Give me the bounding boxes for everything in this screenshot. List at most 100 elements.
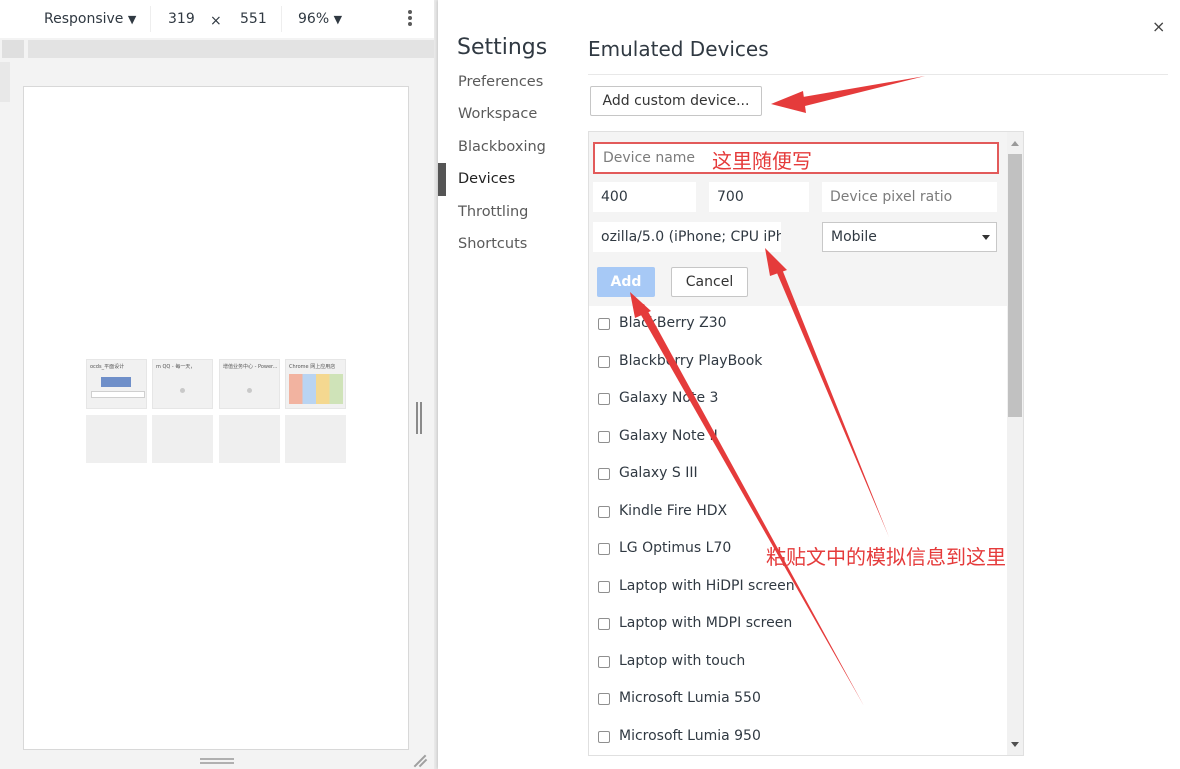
tile-preview-image — [101, 377, 131, 387]
speed-dial-tile[interactable]: Chrome 网上应用店 — [285, 359, 346, 409]
section-divider — [588, 74, 1168, 75]
list-item[interactable]: Galaxy Note 3 — [589, 381, 1007, 418]
device-checkbox[interactable] — [598, 356, 610, 368]
scroll-up-icon[interactable] — [1011, 141, 1019, 146]
ruler-segment[interactable] — [2, 40, 24, 58]
empty-tile[interactable] — [86, 415, 147, 463]
device-checkbox[interactable] — [598, 318, 610, 330]
list-item[interactable]: Laptop with touch — [589, 644, 1007, 681]
device-label: BlackBerry Z30 — [619, 315, 727, 331]
section-title: Emulated Devices — [588, 37, 769, 61]
add-custom-device-button[interactable]: Add custom device... — [590, 86, 762, 116]
device-checkbox[interactable] — [598, 393, 610, 405]
device-label: Galaxy Note II — [619, 428, 718, 444]
nav-item-shortcuts[interactable]: Shortcuts — [458, 236, 527, 252]
device-mode-label: Responsive — [44, 11, 124, 27]
loading-dot-icon — [247, 388, 252, 393]
close-icon[interactable]: × — [1152, 17, 1165, 36]
list-item[interactable]: BlackBerry Z30 — [589, 306, 1007, 343]
device-checkbox[interactable] — [598, 506, 610, 518]
device-label: Laptop with HiDPI screen — [619, 578, 795, 594]
loading-dot-icon — [180, 388, 185, 393]
list-item[interactable]: Blackberry PlayBook — [589, 344, 1007, 381]
empty-tile[interactable] — [219, 415, 280, 463]
device-checkbox[interactable] — [598, 431, 610, 443]
device-label: Kindle Fire HDX — [619, 503, 728, 519]
device-pixel-ratio-input[interactable]: Device pixel ratio — [822, 182, 997, 212]
device-toolbar: Responsive ▼ 319 × 551 96% ▼ — [0, 0, 434, 38]
device-checkbox[interactable] — [598, 581, 610, 593]
toolbar-divider — [150, 6, 151, 32]
nav-item-blackboxing[interactable]: Blackboxing — [458, 139, 546, 155]
chevron-down-icon — [982, 235, 990, 240]
device-label: Blackberry PlayBook — [619, 353, 763, 369]
corner-resize-icon[interactable] — [410, 752, 428, 768]
tile-title: Chrome 网上应用店 — [289, 364, 336, 370]
device-width-input[interactable]: 400 — [593, 182, 696, 212]
zoom-select[interactable]: 96% ▼ — [298, 11, 342, 27]
user-agent-input[interactable]: ozilla/5.0 (iPhone; CPU iPhone — [593, 222, 781, 252]
device-checkbox[interactable] — [598, 618, 610, 630]
device-checkbox[interactable] — [598, 543, 610, 555]
empty-tile[interactable] — [285, 415, 346, 463]
cancel-button[interactable]: Cancel — [671, 267, 748, 297]
scrollbar[interactable] — [1007, 132, 1023, 755]
speed-dial-tile[interactable]: m QQ - 每一天， — [152, 359, 213, 409]
chevron-down-icon: ▼ — [127, 13, 137, 26]
annotation-paste-hint: 粘贴文中的模拟信息到这里 — [766, 545, 1006, 569]
height-input[interactable]: 551 — [240, 11, 267, 27]
tile-title: 增值业务中心 - Power... — [223, 364, 277, 370]
times-icon: × — [210, 13, 222, 29]
device-label: Laptop with touch — [619, 653, 746, 669]
width-input[interactable]: 319 — [168, 11, 195, 27]
device-label: Microsoft Lumia 950 — [619, 728, 761, 744]
device-checkbox[interactable] — [598, 656, 610, 668]
list-item[interactable]: Kindle Fire HDX — [589, 494, 1007, 531]
sidebar-gutter-marker — [438, 163, 446, 196]
scroll-down-icon[interactable] — [1011, 742, 1019, 747]
tile-preview-image — [289, 374, 343, 404]
device-label: Galaxy Note 3 — [619, 390, 719, 406]
device-preview-pane: Responsive ▼ 319 × 551 96% ▼ ocds_平面设计 m… — [0, 0, 434, 769]
zoom-label: 96% — [298, 11, 330, 27]
device-height-input[interactable]: 700 — [709, 182, 809, 212]
ruler-segment[interactable] — [28, 40, 434, 58]
speed-dial-tile[interactable]: ocds_平面设计 — [86, 359, 147, 409]
device-type-select[interactable]: Mobile — [822, 222, 997, 252]
device-checkbox[interactable] — [598, 731, 610, 743]
more-options-icon[interactable] — [404, 9, 416, 31]
scrollbar-thumb[interactable] — [1008, 154, 1022, 417]
list-item[interactable]: Laptop with HiDPI screen — [589, 569, 1007, 606]
add-device-button[interactable]: Add — [597, 267, 655, 297]
list-item[interactable]: Microsoft Lumia 550 — [589, 681, 1007, 718]
devices-list-panel: Device name 400 700 Device pixel ratio o… — [588, 131, 1024, 756]
empty-tile[interactable] — [152, 415, 213, 463]
list-item[interactable]: Microsoft Lumia 950 — [589, 719, 1007, 755]
list-item[interactable]: Galaxy Note II — [589, 419, 1007, 456]
media-query-bars — [2, 40, 434, 58]
device-label: Laptop with MDPI screen — [619, 615, 793, 631]
list-item[interactable]: Galaxy S III — [589, 456, 1007, 493]
toolbar-divider — [281, 6, 282, 32]
device-checkbox[interactable] — [598, 468, 610, 480]
settings-panel: Settings Preferences Workspace Blackboxi… — [438, 0, 1180, 769]
emulated-viewport[interactable]: ocds_平面设计 m QQ - 每一天， 增值业务中心 - Power... … — [23, 86, 409, 750]
tile-title: ocds_平面设计 — [90, 364, 125, 370]
tile-preview-searchbar — [91, 391, 145, 398]
speed-dial-tile[interactable]: 增值业务中心 - Power... — [219, 359, 280, 409]
height-resize-handle[interactable] — [200, 758, 234, 764]
tile-title: m QQ - 每一天， — [156, 364, 196, 370]
device-label: Microsoft Lumia 550 — [619, 690, 761, 706]
nav-item-workspace[interactable]: Workspace — [458, 106, 537, 122]
nav-item-preferences[interactable]: Preferences — [458, 74, 543, 90]
device-label: Galaxy S III — [619, 465, 698, 481]
device-mode-select[interactable]: Responsive ▼ — [44, 11, 136, 27]
chevron-down-icon: ▼ — [333, 13, 343, 26]
device-checkbox[interactable] — [598, 693, 610, 705]
list-item[interactable]: Laptop with MDPI screen — [589, 606, 1007, 643]
width-resize-handle[interactable] — [416, 402, 424, 434]
device-type-label: Mobile — [831, 229, 877, 245]
vertical-ruler — [0, 62, 10, 102]
nav-item-throttling[interactable]: Throttling — [458, 204, 528, 220]
nav-item-devices[interactable]: Devices — [458, 171, 515, 187]
